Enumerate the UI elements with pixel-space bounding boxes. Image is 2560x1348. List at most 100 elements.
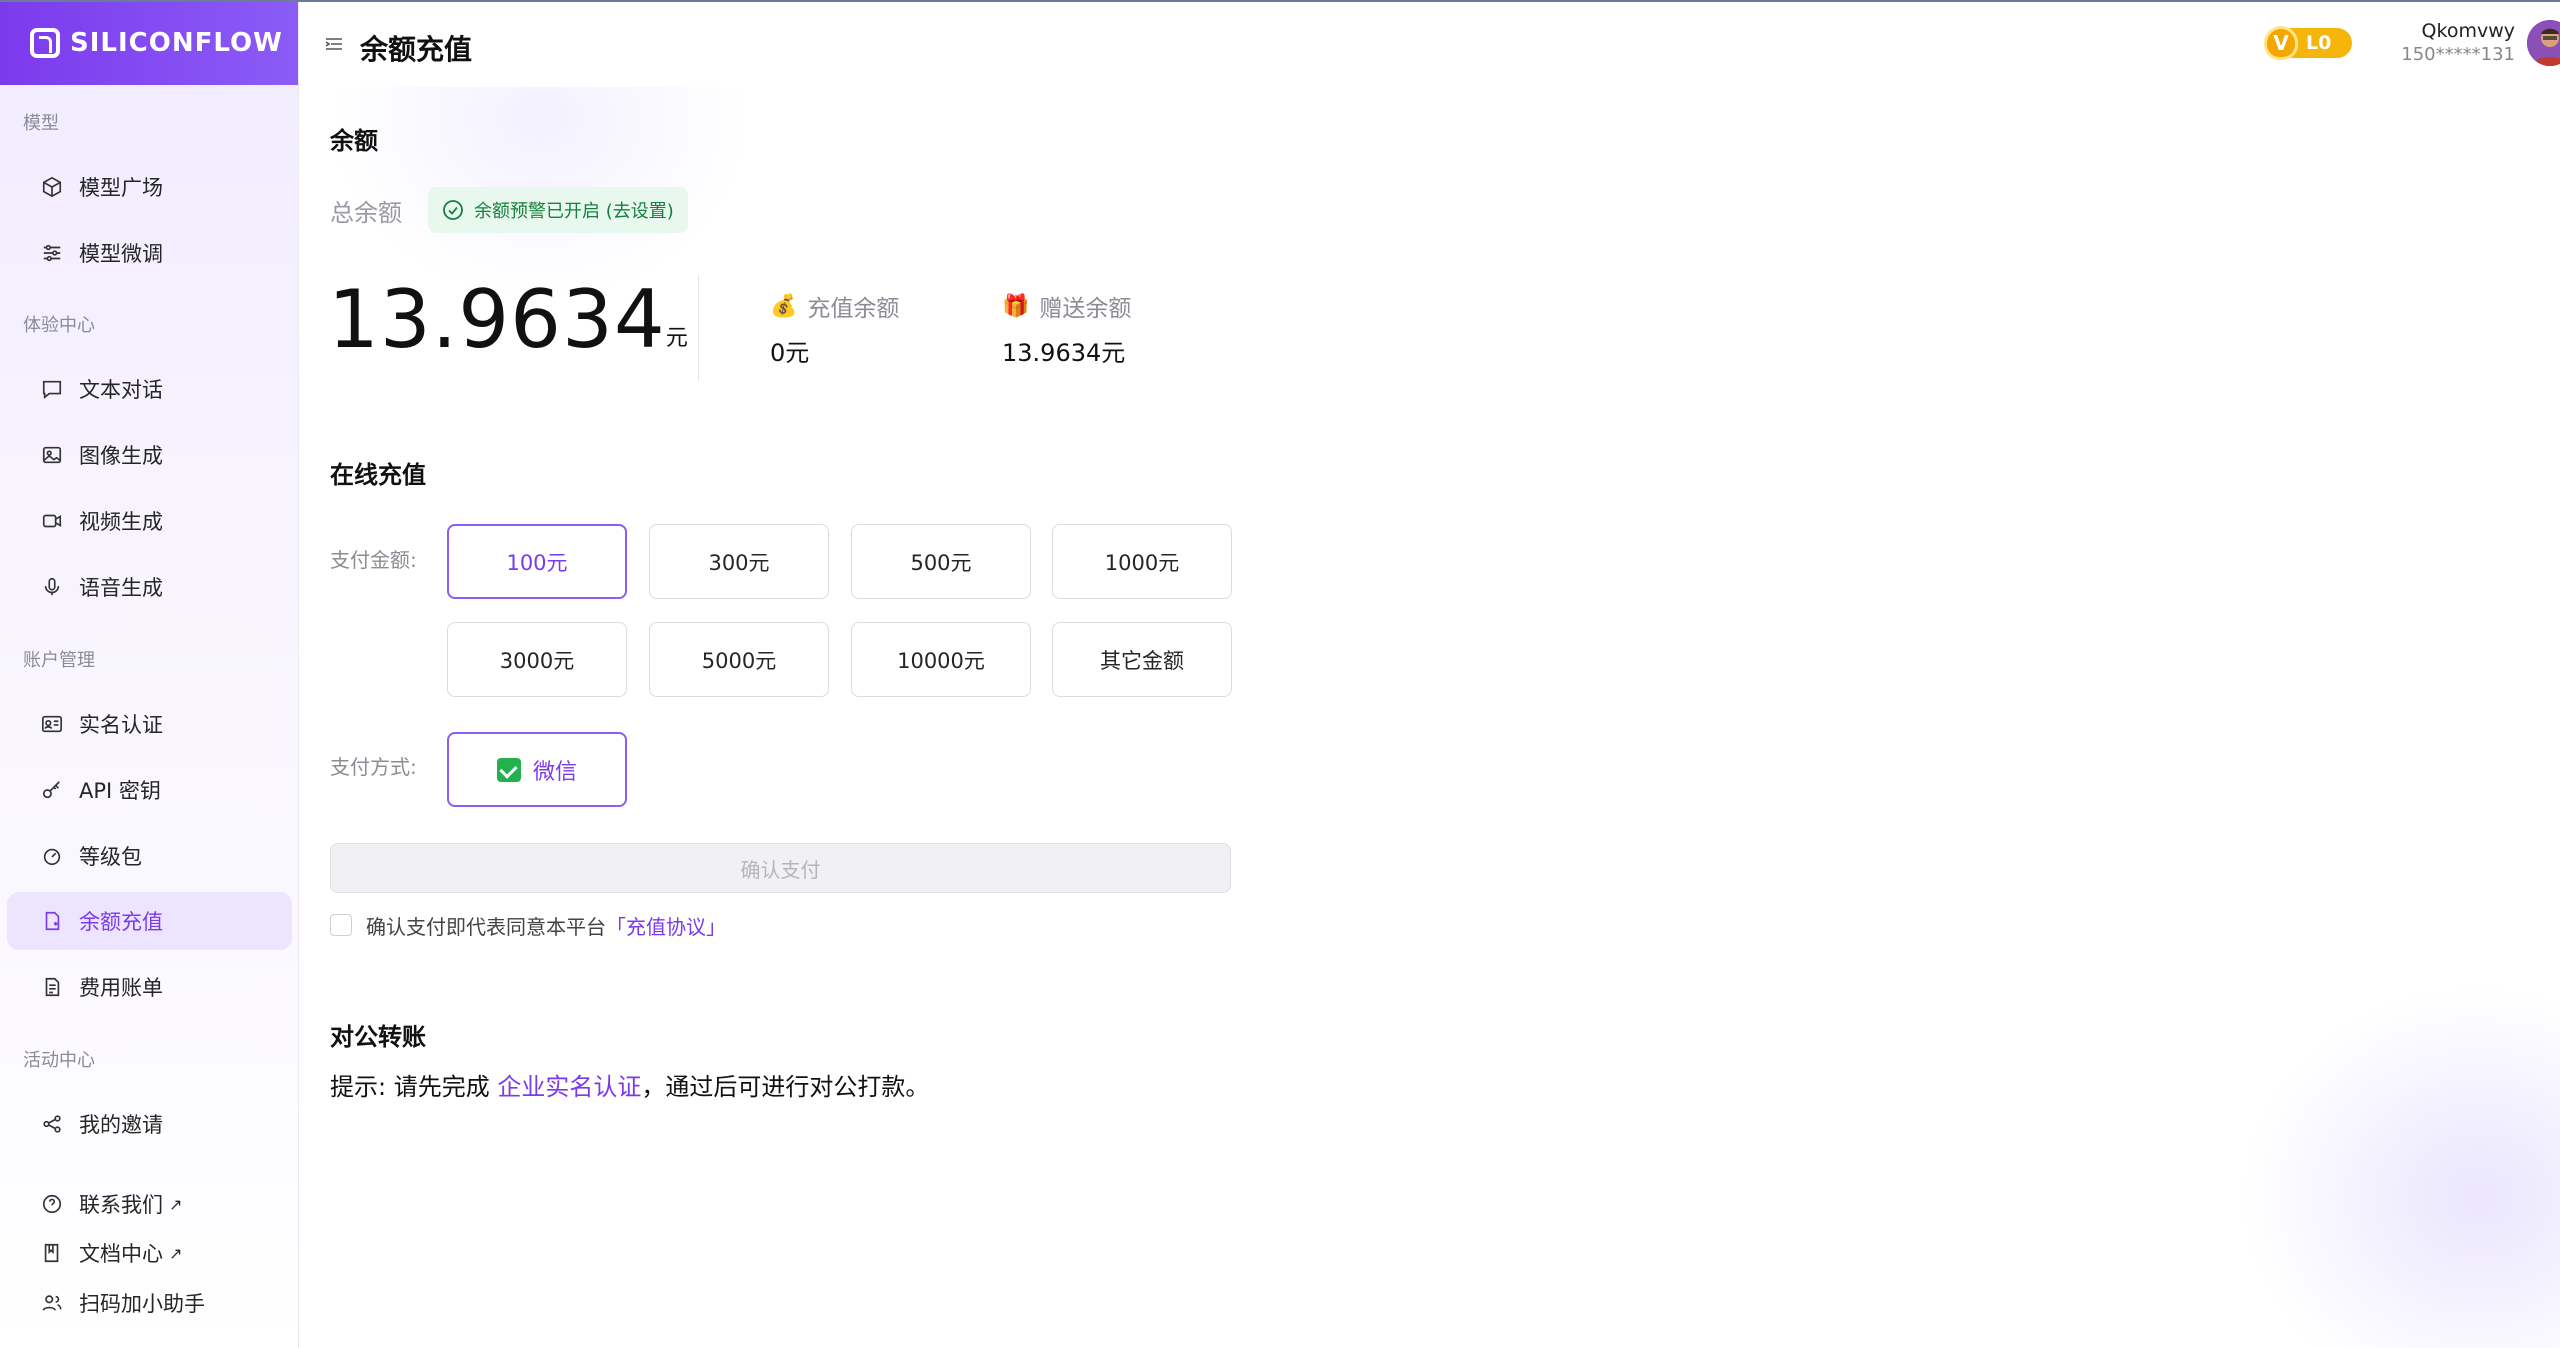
payment-method-label: 支付方式:	[330, 755, 417, 779]
payment-method-text: 微信	[532, 759, 577, 785]
amount-option-10000[interactable]: 10000元	[851, 622, 1031, 697]
sidebar-item-label: 模型广场	[79, 176, 163, 200]
agreement-text: 确认支付即代表同意本平台「充值协议」	[366, 911, 726, 940]
video-icon	[41, 510, 63, 532]
amount-option-500[interactable]: 500元	[851, 524, 1031, 599]
sidebar-item-api-key[interactable]: API 密钥	[7, 761, 292, 819]
sidebar-item-label: 文本对话	[79, 378, 163, 402]
sidebar-item-model-finetune[interactable]: 模型微调	[7, 224, 292, 282]
sidebar-item-voice-gen[interactable]: 语音生成	[7, 558, 292, 616]
sidebar-item-real-name-auth[interactable]: 实名认证	[7, 695, 292, 753]
sidebar-item-my-invite[interactable]: 我的邀请	[7, 1095, 292, 1153]
amount-option-1000[interactable]: 1000元	[1052, 524, 1232, 599]
sidebar-item-label: 余额充值	[79, 910, 163, 934]
key-icon	[41, 779, 63, 801]
total-balance: 13.9634 元	[328, 273, 688, 366]
top-header: 余额充值 V L0 Qkomvwy 150*****131	[300, 2, 2560, 87]
sidebar-item-label: 模型微调	[79, 242, 163, 266]
users-icon	[41, 1292, 63, 1314]
sidebar-item-label: 等级包	[79, 845, 142, 869]
user-phone: 150*****131	[2401, 44, 2515, 65]
sidebar-item-label: 视频生成	[79, 510, 163, 534]
money-bag-icon: 💰	[770, 293, 798, 319]
sidebar: SILICONFLOW 模型 模型广场 模型微调 体验中心 文本对话 图像生成 …	[0, 0, 299, 1348]
vip-level-badge[interactable]: V L0	[2264, 26, 2352, 60]
footer-link-label: 联系我们	[79, 1193, 163, 1217]
image-icon	[41, 444, 63, 466]
agreement-checkbox[interactable]	[330, 914, 352, 936]
sidebar-item-label: 我的邀请	[79, 1113, 163, 1137]
amount-option-100[interactable]: 100元	[447, 524, 627, 599]
sidebar-item-text-chat[interactable]: 文本对话	[7, 360, 292, 418]
footer-link-label: 扫码加小助手	[79, 1292, 205, 1316]
sidebar-item-billing[interactable]: 费用账单	[7, 958, 292, 1016]
sidebar-item-label: 实名认证	[79, 713, 163, 737]
nav-group-title: 体验中心	[23, 315, 95, 336]
chat-icon	[41, 378, 63, 400]
amount-option-other[interactable]: 其它金额	[1052, 622, 1232, 697]
footer-link-label: 文档中心	[79, 1242, 163, 1266]
nav-group-title: 账户管理	[23, 650, 95, 671]
total-balance-label: 总余额	[330, 199, 402, 227]
sliders-icon	[41, 242, 63, 264]
sidebar-item-video-gen[interactable]: 视频生成	[7, 492, 292, 550]
balance-section-title: 余额	[330, 127, 378, 155]
recharge-agreement-link[interactable]: 「充值协议」	[606, 915, 726, 939]
corporate-transfer-tip: 提示: 请先完成 企业实名认证，通过后可进行对公打款。	[330, 1067, 929, 1102]
payment-method-wechat[interactable]: 微信	[447, 732, 627, 807]
recharge-balance-value: 0元	[770, 339, 810, 367]
sidebar-item-balance-recharge[interactable]: 余额充值	[7, 892, 292, 950]
sidebar-item-model-square[interactable]: 模型广场	[7, 158, 292, 216]
balance-alert-text: 余额预警已开启 (去设置)	[474, 201, 674, 222]
amount-label: 支付金额:	[330, 548, 417, 572]
nav-group-title: 活动中心	[23, 1050, 95, 1071]
amount-option-5000[interactable]: 5000元	[649, 622, 829, 697]
total-balance-unit: 元	[665, 326, 688, 351]
mic-icon	[41, 576, 63, 598]
bill-icon	[41, 976, 63, 998]
cube-icon	[41, 176, 63, 198]
divider	[698, 275, 699, 381]
check-circle-icon	[443, 200, 463, 220]
tip-prefix: 提示: 请先完成	[330, 1073, 498, 1101]
amount-option-3000[interactable]: 3000元	[447, 622, 627, 697]
total-balance-value: 13.9634	[328, 273, 666, 366]
user-name: Qkomvwy	[2421, 20, 2515, 42]
help-circle-icon	[41, 1193, 63, 1215]
gift-balance-label-row: 🎁 赠送余额	[1002, 289, 1131, 323]
gift-balance-value: 13.9634元	[1002, 339, 1126, 367]
main-content: 余额 总余额 余额预警已开启 (去设置) 13.9634 元 💰 充值余额 0元…	[300, 87, 2560, 1348]
page-title: 余额充值	[360, 33, 473, 66]
wechat-pay-icon	[496, 757, 521, 782]
logo[interactable]: SILICONFLOW	[0, 0, 298, 85]
sidebar-item-label: 费用账单	[79, 976, 163, 1000]
sidebar-item-label: 图像生成	[79, 444, 163, 468]
external-link-icon: ↗	[169, 1194, 183, 1214]
confirm-payment-button[interactable]: 确认支付	[330, 843, 1231, 893]
nav-group-title: 模型	[23, 113, 59, 134]
avatar[interactable]	[2527, 20, 2560, 66]
gift-balance-label: 赠送余额	[1039, 296, 1132, 322]
online-recharge-title: 在线充值	[330, 461, 426, 489]
sidebar-item-label: 语音生成	[79, 576, 163, 600]
share-icon	[41, 1113, 63, 1135]
balance-alert-tag[interactable]: 余额预警已开启 (去设置)	[428, 187, 688, 233]
footer-link-assistant-qr[interactable]: 扫码加小助手	[7, 1274, 292, 1332]
agreement-prefix: 确认支付即代表同意本平台	[366, 915, 606, 939]
window-top-border	[0, 0, 2560, 2]
vip-shield-icon: V	[2264, 26, 2298, 60]
sidebar-item-image-gen[interactable]: 图像生成	[7, 426, 292, 484]
corporate-transfer-title: 对公转账	[330, 1023, 426, 1051]
brand-name: SILICONFLOW	[70, 27, 283, 58]
external-link-icon: ↗	[169, 1243, 183, 1263]
id-card-icon	[41, 713, 63, 735]
amount-option-300[interactable]: 300元	[649, 524, 829, 599]
collapse-menu-icon[interactable]	[324, 34, 344, 54]
vip-level-label: L0	[2306, 32, 2332, 54]
book-icon	[41, 1242, 63, 1264]
sidebar-item-level-pack[interactable]: 等级包	[7, 827, 292, 885]
sidebar-item-label: API 密钥	[79, 779, 161, 803]
enterprise-auth-link[interactable]: 企业实名认证	[497, 1073, 641, 1101]
gauge-icon	[41, 845, 63, 867]
tip-suffix: ，通过后可进行对公打款。	[641, 1073, 930, 1101]
